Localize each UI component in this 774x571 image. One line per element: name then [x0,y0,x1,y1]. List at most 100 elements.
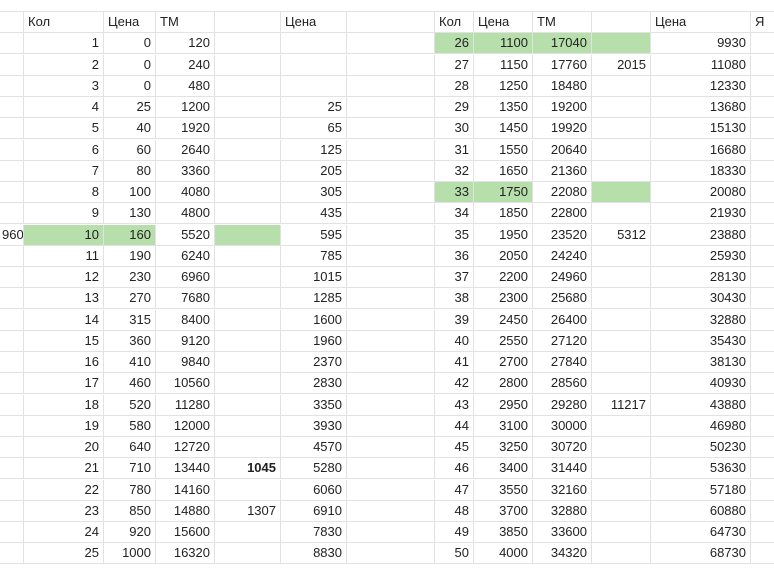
cell-right-extra[interactable] [592,97,651,118]
cell-right-kol[interactable]: 44 [435,416,474,437]
cell-left-a[interactable] [0,267,24,288]
cell-right-price[interactable]: 2050 [474,246,533,267]
cell-kol[interactable]: 5 [24,118,104,139]
cell-tm[interactable]: 120 [156,33,215,54]
cell-blank[interactable] [751,161,774,182]
cell-right-extra[interactable] [592,310,651,331]
cell-blank[interactable] [751,331,774,352]
cell-right-price-cumulative[interactable]: 21930 [651,203,751,224]
cell-tm[interactable]: 480 [156,76,215,97]
cell-extra[interactable] [215,310,281,331]
cell-blank[interactable] [751,480,774,501]
cell-price-cumulative[interactable] [281,76,347,97]
cell-kol[interactable]: 6 [24,140,104,161]
cell-right-price-cumulative[interactable]: 32880 [651,310,751,331]
cell-kol[interactable]: 1 [24,33,104,54]
cell-right-kol[interactable]: 27 [435,55,474,76]
cell-right-price-cumulative[interactable]: 53630 [651,458,751,479]
cell-tm[interactable]: 11280 [156,395,215,416]
cell-blank[interactable] [347,437,435,458]
cell-right-price[interactable]: 1350 [474,97,533,118]
cell-right-kol[interactable]: 50 [435,543,474,564]
cell-right-price-cumulative[interactable]: 60880 [651,501,751,522]
cell-tm[interactable]: 6960 [156,267,215,288]
cell-right-tm[interactable]: 34320 [533,543,592,564]
cell-right-price-cumulative[interactable]: 18330 [651,161,751,182]
cell-tm[interactable]: 7680 [156,288,215,309]
cell-left-a[interactable] [0,203,24,224]
cell-left-a[interactable] [0,161,24,182]
cell-left-a[interactable] [0,118,24,139]
cell-right-price[interactable]: 2450 [474,310,533,331]
cell-blank[interactable] [751,97,774,118]
cell-right-tm[interactable]: 19920 [533,118,592,139]
cell-blank[interactable] [751,76,774,97]
cell-right-tm[interactable]: 28560 [533,373,592,394]
cell-right-tm[interactable]: 24960 [533,267,592,288]
cell-kol[interactable]: 15 [24,331,104,352]
cell-right-extra[interactable] [592,522,651,543]
cell-right-extra[interactable] [592,331,651,352]
cell-right-extra[interactable] [592,161,651,182]
cell-price-cumulative[interactable]: 4570 [281,437,347,458]
cell-right-kol[interactable]: 36 [435,246,474,267]
cell-right-price[interactable]: 3550 [474,480,533,501]
cell-price[interactable]: 270 [104,288,156,309]
cell-blank[interactable] [347,288,435,309]
cell-blank[interactable] [751,522,774,543]
cell-right-price[interactable]: 2300 [474,288,533,309]
cell-right-price-cumulative[interactable]: 16680 [651,140,751,161]
cell-right-extra[interactable]: 2015 [592,55,651,76]
cell-right-extra[interactable] [592,140,651,161]
cell-extra[interactable] [215,203,281,224]
cell-price-cumulative[interactable]: 3930 [281,416,347,437]
cell-left-a[interactable] [0,543,24,564]
cell-right-kol[interactable]: 45 [435,437,474,458]
cell-extra[interactable]: 1307 [215,501,281,522]
cell-left-a[interactable] [0,352,24,373]
cell-extra[interactable] [215,480,281,501]
cell-right-tm[interactable]: 33600 [533,522,592,543]
cell-right-tm[interactable]: 29280 [533,395,592,416]
cell-right-price[interactable]: 2200 [474,267,533,288]
cell-right-extra[interactable] [592,182,651,203]
cell-tm[interactable]: 15600 [156,522,215,543]
cell-extra[interactable] [215,437,281,458]
cell-price[interactable]: 410 [104,352,156,373]
cell-tm[interactable]: 16320 [156,543,215,564]
cell-left-a[interactable] [0,501,24,522]
cell-extra[interactable] [215,118,281,139]
cell-price[interactable]: 315 [104,310,156,331]
cell-extra[interactable]: 1045 [215,458,281,479]
cell-right-price-cumulative[interactable]: 43880 [651,395,751,416]
cell-kol[interactable]: 14 [24,310,104,331]
cell-blank[interactable] [347,246,435,267]
cell-blank[interactable] [751,33,774,54]
cell-right-price[interactable]: 1750 [474,182,533,203]
cell-extra[interactable] [215,225,281,246]
cell-left-a[interactable] [0,55,24,76]
cell-right-tm[interactable]: 30720 [533,437,592,458]
cell-tm[interactable]: 14880 [156,501,215,522]
cell-price-cumulative[interactable]: 1600 [281,310,347,331]
cell-right-kol[interactable]: 31 [435,140,474,161]
header-right-tm[interactable]: ТМ [533,12,592,33]
cell-extra[interactable] [215,182,281,203]
cell-left-a[interactable] [0,140,24,161]
cell-blank[interactable] [751,310,774,331]
header-price-cumulative[interactable]: Цена [281,12,347,33]
cell-blank[interactable] [751,543,774,564]
cell-right-extra[interactable] [592,437,651,458]
cell-blank[interactable] [751,437,774,458]
cell-price[interactable]: 580 [104,416,156,437]
cell-right-extra[interactable] [592,480,651,501]
cell-price-cumulative[interactable]: 205 [281,161,347,182]
cell-tm[interactable]: 12000 [156,416,215,437]
cell-blank[interactable] [751,458,774,479]
cell-right-extra[interactable] [592,543,651,564]
cell-price[interactable]: 780 [104,480,156,501]
cell-right-kol[interactable]: 46 [435,458,474,479]
cell-right-extra[interactable] [592,118,651,139]
cell-blank[interactable] [751,288,774,309]
cell-right-tm[interactable]: 26400 [533,310,592,331]
